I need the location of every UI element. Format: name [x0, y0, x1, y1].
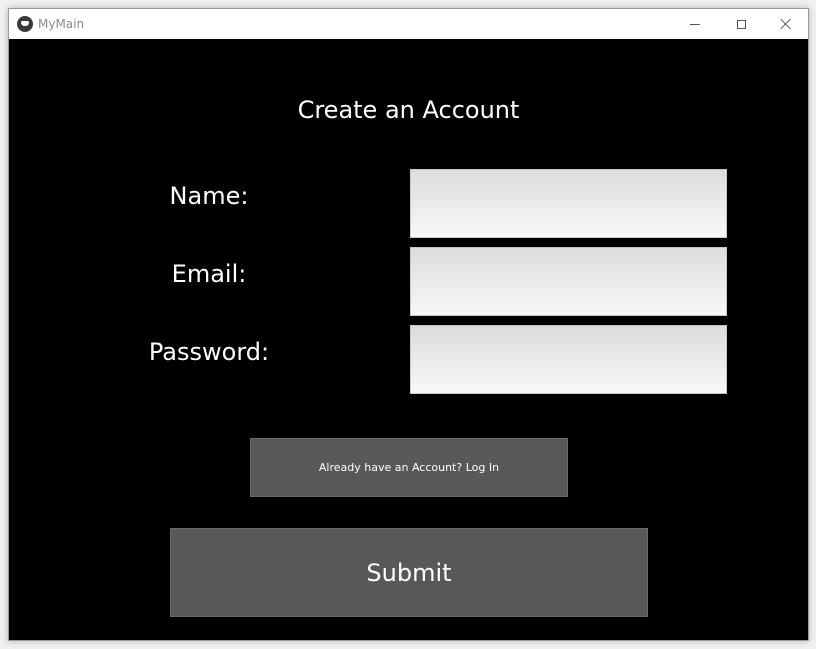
minimize-icon — [690, 23, 700, 25]
password-label: Password: — [148, 338, 270, 366]
page-title: Create an Account — [297, 96, 520, 124]
name-label: Name: — [169, 182, 249, 210]
app-icon — [17, 16, 33, 32]
email-label: Email: — [171, 260, 247, 288]
close-icon — [780, 18, 792, 30]
maximize-button[interactable] — [718, 9, 764, 39]
minimize-button[interactable] — [672, 9, 718, 39]
app-window: MyMain Create an Account Name: Email: Pa… — [8, 8, 809, 641]
name-input[interactable] — [410, 169, 727, 238]
form-canvas: Create an Account Name: Email: Password:… — [9, 39, 808, 640]
title-bar[interactable]: MyMain — [9, 9, 808, 39]
close-button[interactable] — [763, 9, 809, 39]
maximize-icon — [736, 19, 746, 29]
login-link-button[interactable]: Already have an Account? Log In — [250, 438, 568, 497]
email-input[interactable] — [410, 247, 727, 316]
submit-button[interactable]: Submit — [170, 528, 648, 617]
password-input[interactable] — [410, 325, 727, 394]
window-title: MyMain — [38, 17, 85, 31]
